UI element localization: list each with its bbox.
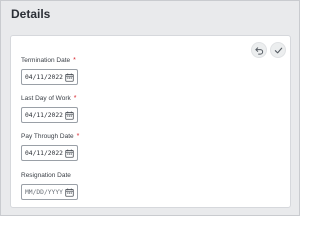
required-marker: * [73,95,77,102]
required-marker: * [76,133,80,140]
last-day-of-work-label: Last Day of Work [21,95,71,102]
last-day-of-work-input[interactable]: 04/11/2022 [21,107,78,123]
date-value: 04/11/2022 [25,149,63,157]
last-day-of-work-field: Last Day of Work * 04/11/2022 [21,94,78,123]
resignation-date-input[interactable]: MM/DD/YYYY [21,184,78,200]
section-title: Details [11,7,51,21]
undo-icon [254,46,263,55]
field-label: Last Day of Work * [21,94,78,103]
field-label: Pay Through Date * [21,132,79,141]
details-panel: Details Termination Date * 04/11/2022 La… [0,0,300,216]
calendar-icon[interactable] [65,149,74,158]
required-marker: * [73,57,76,64]
resignation-date-label: Resignation Date [21,172,71,179]
calendar-icon[interactable] [65,111,74,120]
termination-date-input[interactable]: 04/11/2022 [21,69,78,85]
date-value: 04/11/2022 [25,73,63,81]
field-label: Termination Date * [21,56,78,65]
date-value: 04/11/2022 [25,111,63,119]
pay-through-date-label: Pay Through Date [21,133,74,140]
undo-button[interactable] [251,42,267,58]
check-icon [274,47,282,53]
field-label: Resignation Date [21,171,78,180]
details-card: Termination Date * 04/11/2022 Last Day of… [10,35,291,208]
pay-through-date-field: Pay Through Date * 04/11/2022 [21,132,79,161]
resignation-date-field: Resignation Date MM/DD/YYYY [21,171,78,200]
save-button[interactable] [270,42,286,58]
calendar-icon[interactable] [65,73,74,82]
pay-through-date-input[interactable]: 04/11/2022 [21,145,78,161]
termination-date-label: Termination Date [21,57,71,64]
termination-date-field: Termination Date * 04/11/2022 [21,56,78,85]
date-placeholder: MM/DD/YYYY [25,188,63,196]
calendar-icon[interactable] [65,188,74,197]
